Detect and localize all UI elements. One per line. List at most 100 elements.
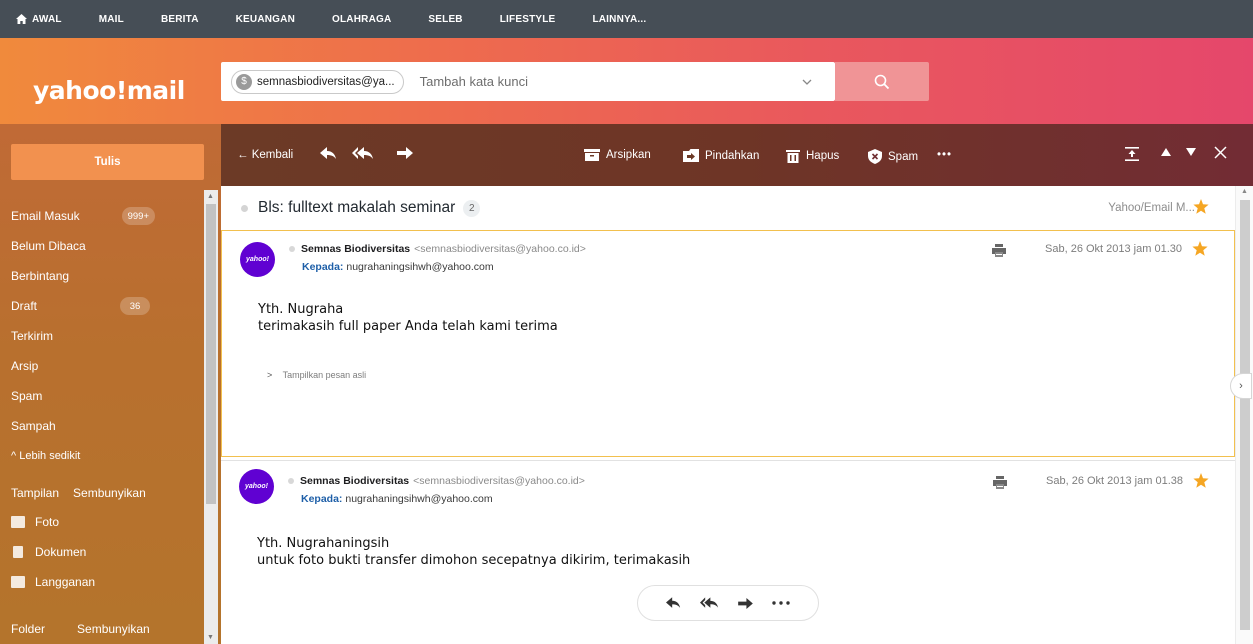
more-actions-button[interactable]: ••• <box>937 149 952 161</box>
delete-button[interactable]: Hapus <box>786 149 839 163</box>
folder-starred[interactable]: Berbintang <box>11 261 191 291</box>
nav-sports[interactable]: OLAHRAGA <box>332 14 391 25</box>
to-label: Kepada: <box>302 261 344 273</box>
folder-unread-label: Belum Dibaca <box>11 239 86 253</box>
folder-sent[interactable]: Terkirim <box>11 321 191 351</box>
nav-news[interactable]: BERITA <box>161 14 199 25</box>
more-icon[interactable] <box>772 601 791 605</box>
folders-hide-link[interactable]: Sembunyikan <box>77 622 150 636</box>
message-card[interactable]: yahoo! Semnas Biodiversitas <semnasbiodi… <box>221 460 1235 644</box>
star-icon[interactable] <box>1193 199 1209 214</box>
spam-label: Spam <box>888 150 919 163</box>
sidebar-scroll-thumb[interactable] <box>206 204 216 504</box>
view-photos[interactable]: Foto <box>11 515 186 529</box>
print-icon[interactable] <box>993 476 1007 489</box>
yahoo-mail-logo[interactable]: yahoo!mail <box>33 76 185 105</box>
search-button[interactable] <box>835 62 929 101</box>
chevron-down-icon[interactable] <box>802 76 822 88</box>
view-documents[interactable]: Dokumen <box>11 545 186 559</box>
triangle-up-icon <box>1161 148 1171 156</box>
expand-panel-button[interactable]: › <box>1230 373 1252 399</box>
spam-button[interactable]: Spam <box>868 149 918 164</box>
views-section-header: Tampilan Sembunyikan <box>11 486 186 500</box>
view-documents-label: Dokumen <box>35 545 87 559</box>
folder-archive[interactable]: Arsip <box>11 351 191 381</box>
folder-inbox-label: Email Masuk <box>11 209 80 223</box>
sender-email: <semnasbiodiversitas@yahoo.co.id> <box>413 475 585 487</box>
move-folder-icon <box>683 149 699 162</box>
move-label: Pindahkan <box>705 149 760 162</box>
account-chip[interactable]: $ semnasbiodiversitas@ya... <box>231 69 404 94</box>
unread-dot[interactable] <box>289 246 295 252</box>
content-scroll-thumb[interactable] <box>1240 200 1250 630</box>
star-icon[interactable] <box>1193 473 1209 488</box>
views-hide-link[interactable]: Sembunyikan <box>73 486 146 500</box>
folder-spam[interactable]: Spam <box>11 381 191 411</box>
star-icon[interactable] <box>1192 241 1208 256</box>
view-subscriptions-label: Langganan <box>35 575 96 589</box>
reply-all-button[interactable] <box>352 147 380 160</box>
message-card[interactable]: yahoo! Semnas Biodiversitas <semnasbiodi… <box>221 230 1235 457</box>
forward-icon <box>397 147 413 159</box>
unread-dot[interactable] <box>288 478 294 484</box>
sender-avatar: yahoo! <box>239 469 274 504</box>
reply-all-icon[interactable] <box>699 597 719 609</box>
sender-name[interactable]: Semnas Biodiversitas <box>300 475 409 487</box>
print-icon[interactable] <box>992 244 1006 257</box>
nav-home[interactable]: AWAL <box>16 14 62 25</box>
collapse-all-button[interactable] <box>1125 147 1145 161</box>
nav-finance[interactable]: KEUANGAN <box>236 14 295 25</box>
forward-button[interactable] <box>397 147 419 159</box>
conversation-subject-row: Bls: fulltext makalah seminar 2 Yahoo/Em… <box>221 186 1235 230</box>
view-subscriptions[interactable]: Langganan <box>11 575 186 589</box>
folders-label: Folder <box>11 622 46 636</box>
move-button[interactable]: Pindahkan <box>683 149 759 162</box>
next-message-button[interactable] <box>1186 148 1202 156</box>
scroll-down-icon[interactable]: ▼ <box>207 634 214 641</box>
shield-icon <box>868 149 882 164</box>
trash-icon <box>786 150 800 163</box>
close-message-button[interactable] <box>1214 146 1233 159</box>
folder-unread[interactable]: Belum Dibaca <box>11 231 191 261</box>
show-less-toggle[interactable]: ^ Lebih sedikit <box>11 441 191 471</box>
reply-icon[interactable] <box>665 597 681 609</box>
body-line: untuk foto bukti transfer dimohon secepa… <box>257 553 691 568</box>
search-input[interactable]: Tambah kata kunci <box>420 74 802 89</box>
show-original-label: Tampilkan pesan asli <box>282 370 367 380</box>
search-icon <box>874 74 890 89</box>
photo-icon <box>11 516 25 528</box>
folder-trash[interactable]: Sampah <box>11 411 191 441</box>
show-original-toggle[interactable]: > Tampilkan pesan asli <box>267 370 366 380</box>
nav-lifestyle[interactable]: LIFESTYLE <box>500 14 556 25</box>
sender-line: Semnas Biodiversitas <semnasbiodiversita… <box>288 475 585 487</box>
recipient-email[interactable]: nugrahaningsihwh@yahoo.com <box>346 261 493 273</box>
top-navigation: AWAL MAIL BERITA KEUANGAN OLAHRAGA SELEB… <box>0 0 1253 38</box>
forward-icon[interactable] <box>738 597 753 609</box>
compose-button[interactable]: Tulis <box>11 144 204 180</box>
message-toolbar: ← Kembali Arsipkan Pindahkan Hapus Spam … <box>221 124 1253 186</box>
scroll-up-icon[interactable]: ▲ <box>1241 188 1248 195</box>
content-scrollbar[interactable]: ▲ <box>1235 186 1253 644</box>
folder-trash-label: Sampah <box>11 419 56 433</box>
folder-inbox[interactable]: Email Masuk 999+ <box>11 201 191 231</box>
sidebar-scrollbar[interactable]: ▲ ▼ <box>204 190 218 644</box>
folder-archive-label: Arsip <box>11 359 39 373</box>
back-button[interactable]: ← Kembali <box>237 149 293 161</box>
nav-mail[interactable]: MAIL <box>99 14 124 25</box>
archive-label: Arsipkan <box>606 149 651 161</box>
archive-button[interactable]: Arsipkan <box>584 149 651 161</box>
reply-button[interactable] <box>320 147 343 160</box>
search-bar[interactable]: $ semnasbiodiversitas@ya... Tambah kata … <box>221 62 835 101</box>
read-indicator-dot[interactable] <box>241 204 248 212</box>
folder-sent-label: Terkirim <box>11 329 53 343</box>
scroll-up-icon[interactable]: ▲ <box>207 193 214 200</box>
nav-more[interactable]: LAINNYA... <box>592 14 646 25</box>
reply-all-icon <box>352 147 373 159</box>
nav-celebrity[interactable]: SELEB <box>428 14 462 25</box>
sender-name[interactable]: Semnas Biodiversitas <box>301 243 410 255</box>
inbox-count-badge: 999+ <box>121 207 155 225</box>
previous-message-button[interactable] <box>1161 148 1177 156</box>
folder-draft[interactable]: Draft 36 <box>11 291 191 321</box>
recipient-email[interactable]: nugrahaningsihwh@yahoo.com <box>345 493 492 505</box>
view-photos-label: Foto <box>35 515 60 529</box>
